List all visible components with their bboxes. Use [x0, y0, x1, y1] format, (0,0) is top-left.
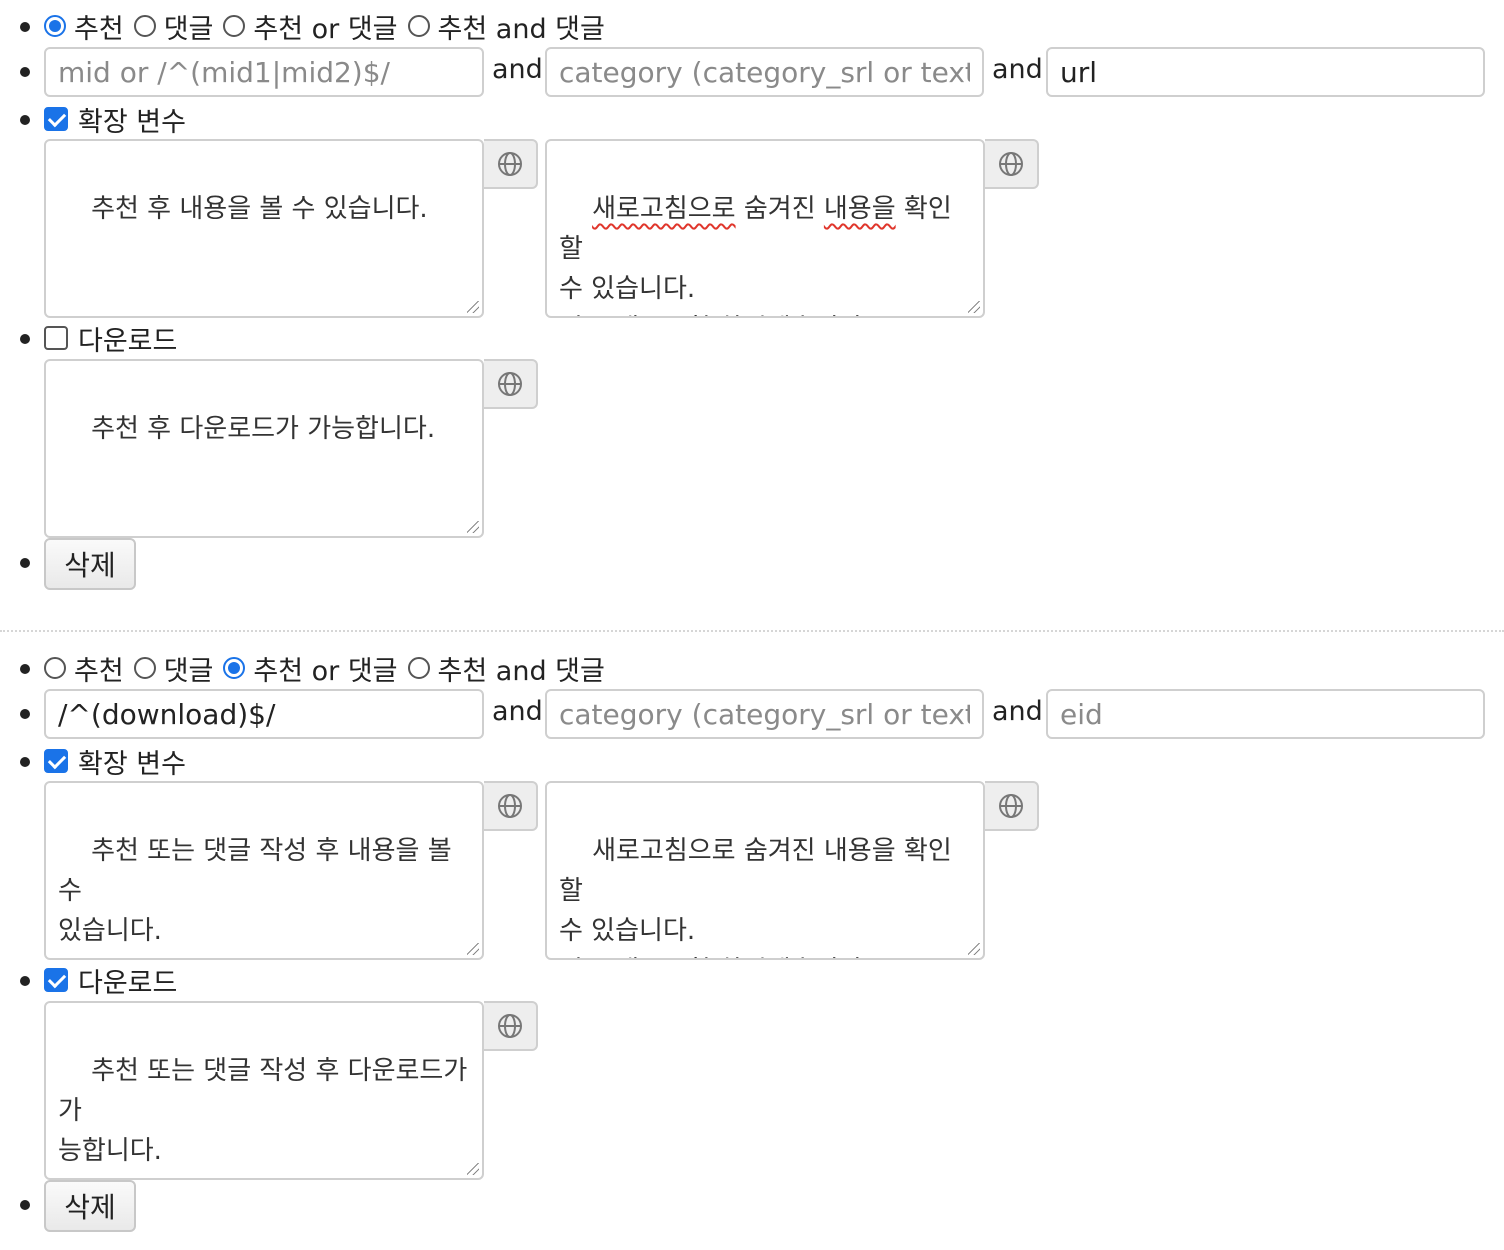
radio-recommend-and-comment[interactable] [407, 657, 430, 679]
list-bullet [20, 664, 30, 674]
resize-handle[interactable] [968, 301, 980, 313]
download-message-textarea[interactable]: 추천 또는 댓글 작성 후 다운로드가 가 능합니다. [44, 1001, 484, 1180]
extra-vars-label: 확장 변수 [78, 748, 186, 780]
radio-recommend-and-comment[interactable] [407, 15, 430, 37]
content-message-textarea[interactable]: 추천 후 내용을 볼 수 있습니다. [44, 139, 484, 318]
textarea-text: 새로고침으로 숨겨진 내용을 확인할 수 있습니다. 지금 새로고침 하시겠습니… [559, 836, 952, 958]
radio-label: 추천 and 댓글 [437, 655, 605, 687]
list-bullet [20, 976, 30, 986]
category-input[interactable] [545, 689, 984, 739]
globe-icon-button[interactable] [985, 139, 1039, 189]
rule-divider [0, 630, 1504, 632]
globe-icon-button[interactable] [985, 781, 1039, 831]
radio-comment[interactable] [133, 15, 156, 37]
spellcheck-word: 새로고침으로 [592, 194, 736, 224]
radio-label: 추천 or 댓글 [253, 13, 398, 45]
textarea-text: 추천 후 내용을 볼 수 있습니다. [91, 194, 428, 224]
extra-vars-option: 확장 변수 [44, 101, 186, 138]
download-option: 다운로드 [44, 320, 178, 357]
eid-input[interactable] [1046, 689, 1485, 739]
condition-radio-group: 추천 댓글 추천 or 댓글 추천 and 댓글 [44, 650, 615, 687]
globe-icon-button[interactable] [484, 359, 538, 409]
globe-icon-button[interactable] [484, 1001, 538, 1051]
resize-handle[interactable] [467, 943, 479, 955]
refresh-message-textarea[interactable]: 새로고침으로 숨겨진 내용을 확인할 수 있습니다. 지금 새로고침 하시겠습니… [545, 139, 985, 318]
extra-vars-label: 확장 변수 [78, 106, 186, 138]
textarea-text: 숨겨진 [735, 194, 824, 224]
content-message-textarea[interactable]: 추천 또는 댓글 작성 후 내용을 볼 수 있습니다. [44, 781, 484, 960]
radio-recommend[interactable] [44, 15, 66, 37]
radio-label: 추천 [74, 655, 124, 687]
category-input[interactable] [545, 47, 984, 97]
and-label: and [992, 54, 1043, 85]
download-checkbox[interactable] [44, 326, 68, 350]
textarea-text: 추천 또는 댓글 작성 후 다운로드가 가 능합니다. [58, 1056, 468, 1166]
radio-label: 댓글 [163, 655, 214, 687]
download-label: 다운로드 [78, 967, 178, 999]
condition-radio-group: 추천 댓글 추천 or 댓글 추천 and 댓글 [44, 8, 615, 45]
list-bullet [20, 757, 30, 767]
radio-label: 추천 and 댓글 [437, 13, 605, 45]
list-bullet [20, 67, 30, 77]
download-checkbox[interactable] [44, 968, 68, 992]
list-bullet [20, 709, 30, 719]
download-label: 다운로드 [78, 325, 178, 357]
url-input[interactable] [1046, 47, 1485, 97]
resize-handle[interactable] [968, 943, 980, 955]
download-option: 다운로드 [44, 962, 178, 999]
resize-handle[interactable] [467, 521, 479, 533]
refresh-message-textarea[interactable]: 새로고침으로 숨겨진 내용을 확인할 수 있습니다. 지금 새로고침 하시겠습니… [545, 781, 985, 960]
mid-input[interactable] [44, 689, 484, 739]
list-bullet [20, 334, 30, 344]
delete-button[interactable]: 삭제 [44, 1180, 136, 1232]
globe-icon [498, 1014, 522, 1038]
textarea-text: 추천 후 다운로드가 가능합니다. [91, 414, 436, 444]
list-bullet [20, 558, 30, 568]
radio-recommend-or-comment[interactable] [223, 657, 246, 679]
globe-icon [999, 794, 1023, 818]
and-label: and [492, 54, 543, 85]
globe-icon [498, 152, 522, 176]
extra-vars-checkbox[interactable] [44, 107, 68, 131]
radio-label: 댓글 [163, 13, 214, 45]
globe-icon [999, 152, 1023, 176]
download-message-textarea[interactable]: 추천 후 다운로드가 가능합니다. [44, 359, 484, 538]
delete-button[interactable]: 삭제 [44, 538, 136, 590]
list-bullet [20, 115, 30, 125]
radio-label: 추천 [74, 13, 124, 45]
and-label: and [492, 696, 543, 727]
list-bullet [20, 22, 30, 32]
radio-recommend[interactable] [44, 657, 66, 679]
radio-recommend-or-comment[interactable] [223, 15, 246, 37]
extra-vars-checkbox[interactable] [44, 749, 68, 773]
resize-handle[interactable] [467, 301, 479, 313]
textarea-text: 수 있습니다. 지금 새로고침 하시겠습니까? [559, 274, 876, 316]
globe-icon [498, 372, 522, 396]
mid-input[interactable] [44, 47, 484, 97]
radio-label: 추천 or 댓글 [253, 655, 398, 687]
resize-handle[interactable] [467, 1163, 479, 1175]
globe-icon-button[interactable] [484, 781, 538, 831]
globe-icon-button[interactable] [484, 139, 538, 189]
extra-vars-option: 확장 변수 [44, 743, 186, 780]
radio-comment[interactable] [133, 657, 156, 679]
spellcheck-word: 내용을 [823, 194, 896, 224]
textarea-text: 추천 또는 댓글 작성 후 내용을 볼 수 있습니다. [58, 836, 452, 946]
list-bullet [20, 1200, 30, 1210]
globe-icon [498, 794, 522, 818]
and-label: and [992, 696, 1043, 727]
